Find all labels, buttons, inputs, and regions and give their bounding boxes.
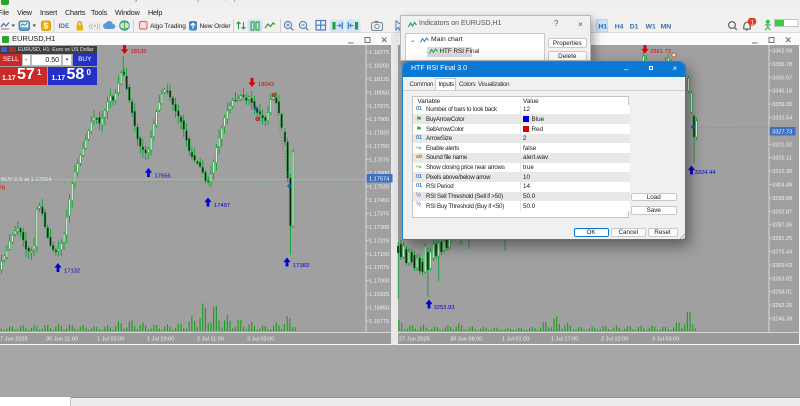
svg-text:1.17150: 1.17150 xyxy=(369,252,389,258)
svg-text:3327.73: 3327.73 xyxy=(772,129,792,135)
svg-text:3263.82: 3263.82 xyxy=(772,276,792,282)
svg-text:18043: 18043 xyxy=(258,82,274,88)
svg-text:3350.97: 3350.97 xyxy=(772,75,792,81)
svg-text:1.18200: 1.18200 xyxy=(369,64,389,70)
svg-text:17656: 17656 xyxy=(155,174,171,180)
svg-text:1.18050: 1.18050 xyxy=(369,90,389,96)
svg-text:3287.06: 3287.06 xyxy=(772,223,792,229)
svg-text:3253.93: 3253.93 xyxy=(434,305,455,311)
svg-text:1.18275: 1.18275 xyxy=(369,50,389,56)
svg-text:1.17825: 1.17825 xyxy=(369,131,389,137)
svg-text:3361.73: 3361.73 xyxy=(650,49,671,55)
svg-text:BUY 0.5 at 1.17554: BUY 0.5 at 1.17554 xyxy=(1,177,52,183)
svg-text:3281.25: 3281.25 xyxy=(772,236,792,242)
svg-text:1.17750: 1.17750 xyxy=(369,144,389,150)
svg-text:1.16775: 1.16775 xyxy=(369,319,389,325)
svg-text:3333.54: 3333.54 xyxy=(772,116,792,122)
svg-text:1.17525: 1.17525 xyxy=(369,185,389,191)
svg-text:3298.68: 3298.68 xyxy=(772,196,792,202)
svg-text:3362.59: 3362.59 xyxy=(772,49,792,55)
svg-text:2 Jul 11:00: 2 Jul 11:00 xyxy=(197,337,224,343)
svg-text:1.17675: 1.17675 xyxy=(369,158,389,164)
svg-text:30 Jun 11:00: 30 Jun 11:00 xyxy=(46,337,78,343)
svg-text:7 Jun 2025: 7 Jun 2025 xyxy=(0,337,28,343)
svg-text:1.17450: 1.17450 xyxy=(369,198,389,204)
svg-text:3356.78: 3356.78 xyxy=(772,62,792,68)
svg-text:3316.11: 3316.11 xyxy=(772,156,792,162)
svg-text:3321.92: 3321.92 xyxy=(772,142,792,148)
svg-text:1.18125: 1.18125 xyxy=(369,77,389,83)
svg-text:1.16850: 1.16850 xyxy=(369,306,389,312)
svg-text:1.17300: 1.17300 xyxy=(369,225,389,231)
svg-text:1.17000: 1.17000 xyxy=(369,279,389,285)
svg-text:1 Jul 03:00: 1 Jul 03:00 xyxy=(97,337,124,343)
svg-text:1 Jul 17:00: 1 Jul 17:00 xyxy=(551,337,578,343)
svg-text:1.16925: 1.16925 xyxy=(369,292,389,298)
svg-text:1.17075: 1.17075 xyxy=(369,265,389,271)
svg-text:17497: 17497 xyxy=(214,203,230,209)
svg-text:3310.30: 3310.30 xyxy=(772,169,792,175)
svg-text:3258.01: 3258.01 xyxy=(772,290,792,296)
svg-text:3304.49: 3304.49 xyxy=(772,183,792,189)
svg-text:3292.87: 3292.87 xyxy=(772,209,792,215)
svg-text:17383: 17383 xyxy=(293,263,309,269)
svg-text:3324.44: 3324.44 xyxy=(695,170,717,176)
svg-text:1.17225: 1.17225 xyxy=(369,238,389,244)
svg-text:2 Jul 10:00: 2 Jul 10:00 xyxy=(601,337,628,343)
svg-text:3339.35: 3339.35 xyxy=(772,102,792,108)
svg-text:3246.39: 3246.39 xyxy=(772,317,792,323)
svg-text:1 Jul 19:00: 1 Jul 19:00 xyxy=(147,337,174,343)
svg-text:27 Jun 2025: 27 Jun 2025 xyxy=(399,337,430,343)
svg-text:1.17900: 1.17900 xyxy=(369,117,389,123)
svg-text:1.17574: 1.17574 xyxy=(369,176,389,182)
svg-text:1.17975: 1.17975 xyxy=(369,104,389,110)
svg-text:1.17375: 1.17375 xyxy=(369,211,389,217)
svg-text:3345.16: 3345.16 xyxy=(772,89,792,95)
svg-text:3 Jul 03:00: 3 Jul 03:00 xyxy=(652,337,679,343)
svg-text:3275.44: 3275.44 xyxy=(772,250,792,256)
svg-text:3252.20: 3252.20 xyxy=(772,303,792,309)
svg-text:17132: 17132 xyxy=(64,269,80,275)
svg-text:3 Jul 03:00: 3 Jul 03:00 xyxy=(247,337,274,343)
svg-text:1 Jul 01:00: 1 Jul 01:00 xyxy=(502,337,529,343)
svg-text:18135: 18135 xyxy=(131,49,147,55)
svg-text:78: 78 xyxy=(0,186,5,192)
svg-text:30 Jun 08:00: 30 Jun 08:00 xyxy=(450,337,482,343)
svg-text:3269.63: 3269.63 xyxy=(772,263,792,269)
